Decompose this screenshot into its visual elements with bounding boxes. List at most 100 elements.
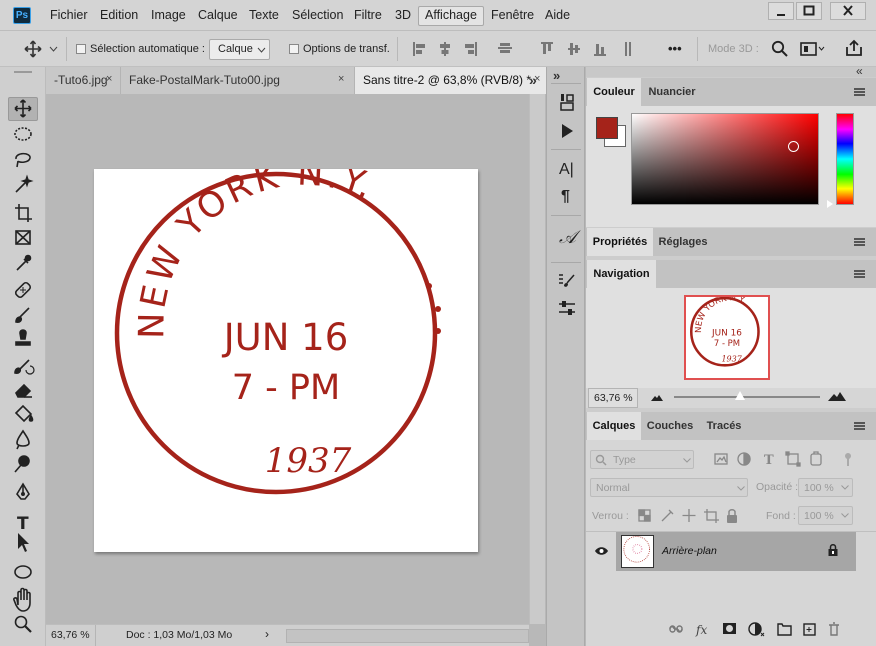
collapse-icon[interactable]: « [856, 64, 863, 78]
dodge-tool[interactable] [9, 461, 37, 483]
pen-tool[interactable] [9, 487, 37, 509]
photoshop-logo: Ps [13, 7, 31, 24]
bucket-tool[interactable] [9, 409, 37, 431]
chevron-down-icon[interactable] [49, 46, 58, 52]
hand-tool[interactable] [9, 591, 37, 613]
layer-row[interactable]: Arrière-plan [586, 532, 856, 571]
color-field[interactable] [631, 113, 819, 205]
tab-couches[interactable]: Couches [642, 412, 698, 440]
history-brush-tool[interactable] [9, 357, 37, 379]
frame-tool[interactable] [9, 227, 37, 249]
menu-fenetre[interactable]: Fenêtre [491, 8, 534, 22]
document-canvas[interactable]: NEW YORK N.Y. JUN 16 7 - PM 1937 [94, 169, 478, 552]
history-icon[interactable] [557, 93, 577, 111]
foreground-color-swatch[interactable] [596, 117, 618, 139]
blend-mode-dropdown[interactable]: Normal [590, 478, 748, 497]
eyedropper-tool[interactable] [9, 253, 37, 275]
tab-traces[interactable]: Tracés [699, 412, 749, 440]
chevron-down-icon[interactable] [841, 485, 849, 490]
shape-tool[interactable] [9, 565, 37, 587]
auto-select-checkbox[interactable] [76, 44, 86, 54]
menu-selection[interactable]: Sélection [292, 8, 343, 22]
status-menu-arrow[interactable]: › [265, 627, 269, 641]
layer-filter-dropdown[interactable]: Type [590, 450, 694, 469]
tab-proprietes[interactable]: Propriétés [587, 228, 653, 256]
tabs-overflow-icon[interactable]: » [529, 72, 537, 88]
hue-slider[interactable] [836, 113, 854, 205]
layer-filter-icons[interactable]: T [714, 451, 859, 467]
character-icon[interactable]: A| [559, 161, 574, 179]
navigator-zoom-handle[interactable] [735, 391, 745, 400]
glyphs-icon[interactable]: 𝒜 [559, 227, 576, 248]
play-actions-icon[interactable] [557, 122, 577, 140]
navigator-zoom-field[interactable]: 63,76 % [588, 388, 638, 408]
share-icon[interactable] [845, 39, 863, 57]
healing-tool[interactable] [9, 279, 37, 301]
tab-reglages[interactable]: Réglages [654, 228, 712, 256]
marquee-tool[interactable] [9, 123, 37, 145]
maximize-button[interactable] [796, 2, 822, 20]
menu-3d[interactable]: 3D [395, 8, 411, 22]
tab-calques[interactable]: Calques [587, 412, 641, 440]
menu-aide[interactable]: Aide [545, 8, 570, 22]
tab-close-icon[interactable]: × [106, 73, 112, 85]
stamp-tool[interactable] [9, 331, 37, 353]
properties-panel-menu-icon[interactable] [854, 238, 865, 246]
chevron-down-icon[interactable] [841, 513, 849, 518]
eraser-tool[interactable] [9, 383, 37, 405]
more-options-button[interactable]: ••• [668, 41, 682, 56]
type-tool-icon[interactable]: T [17, 514, 29, 534]
crop-tool[interactable] [9, 201, 37, 223]
tab-nuancier[interactable]: Nuancier [643, 78, 701, 106]
brush-settings-icon[interactable] [557, 272, 577, 290]
menu-affichage[interactable]: Affichage [425, 8, 477, 22]
tab-couleur[interactable]: Couleur [587, 78, 641, 106]
color-panel-menu-icon[interactable] [854, 88, 865, 96]
menu-image[interactable]: Image [151, 8, 186, 22]
horizontal-scrollbar[interactable] [286, 629, 529, 643]
zoom-out-mountain-icon[interactable] [651, 394, 663, 402]
layers-panel-menu-icon[interactable] [854, 422, 865, 430]
close-window-button[interactable] [830, 2, 866, 20]
lasso-tool[interactable] [9, 149, 37, 171]
tab-close-icon[interactable]: × [338, 73, 344, 85]
adjustments-icon[interactable] [557, 299, 577, 317]
hue-slider-handle[interactable] [827, 200, 833, 208]
navigator-preview[interactable]: NEW YORK N.Y. JUN 16 7 - PM 1937 [684, 295, 770, 380]
tab-fake-postalmark[interactable]: Fake-PostalMark-Tuto00.jpg × [121, 67, 355, 94]
collapse-panels-icon[interactable]: » [553, 68, 560, 83]
eye-visibility-icon[interactable] [594, 546, 609, 556]
transform-controls-checkbox[interactable] [289, 44, 299, 54]
search-icon[interactable] [771, 40, 789, 58]
menu-fichier[interactable]: Fichier [50, 8, 88, 22]
tab-navigation[interactable]: Navigation [587, 260, 656, 288]
minimize-button[interactable] [768, 2, 794, 20]
navigation-panel-menu-icon[interactable] [854, 270, 865, 278]
tab-sans-titre-2[interactable]: Sans titre-2 @ 63,8% (RVB/8) * × [355, 67, 551, 94]
navigator-zoom-slider[interactable] [674, 396, 820, 398]
lock-icons[interactable] [638, 508, 738, 524]
menu-texte[interactable]: Texte [249, 8, 279, 22]
paragraph-icon[interactable]: ¶ [561, 188, 570, 206]
menu-edition[interactable]: Edition [100, 8, 138, 22]
zoom-tool[interactable] [9, 617, 37, 639]
vertical-scrollbar[interactable] [529, 94, 545, 624]
zoom-in-mountain-icon[interactable] [828, 391, 846, 402]
move-tool[interactable] [9, 97, 37, 119]
move-icon[interactable] [24, 40, 42, 58]
path-select-tool[interactable] [9, 539, 37, 561]
auto-select-dropdown[interactable]: Calque [209, 39, 270, 60]
zoom-field[interactable]: 63,76 % [46, 625, 96, 646]
navigator-thumbnail: NEW YORK N.Y. JUN 16 7 - PM 1937 [689, 297, 760, 367]
tab-tuto6[interactable]: -Tuto6.jpg × [46, 67, 121, 94]
menu-calque[interactable]: Calque [198, 8, 238, 22]
layers-bottom-icons[interactable]: fx [668, 621, 848, 637]
color-picker-cursor[interactable] [788, 141, 799, 152]
brush-tool[interactable] [9, 305, 37, 327]
distribute-icons[interactable] [540, 40, 640, 58]
magic-wand-tool[interactable] [9, 175, 37, 197]
blur-tool[interactable] [9, 435, 37, 457]
workspace-icon[interactable] [800, 41, 826, 57]
align-icons[interactable] [412, 40, 522, 58]
menu-filtre[interactable]: Filtre [354, 8, 382, 22]
